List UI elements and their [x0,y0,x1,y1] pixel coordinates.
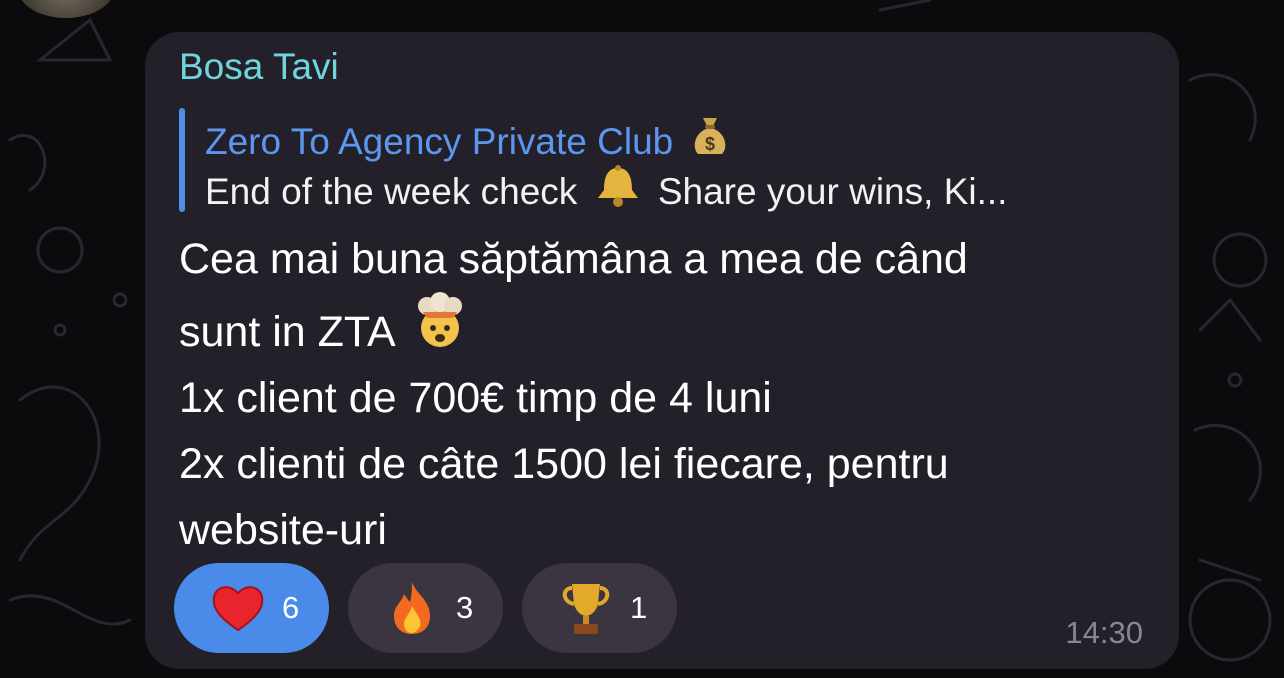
message-line-4: 2x clienti de câte 1500 lei fiecare, pen… [179,440,949,488]
svg-text:$: $ [705,134,715,154]
trophy-icon [562,584,610,634]
reply-text-start: End of the week check [205,171,578,212]
message-line-3: 1x client de 700€ timp de 4 luni [179,374,772,422]
message-line-2: sunt in ZTA [179,308,394,356]
reply-text-end: Share your wins, Ki... [657,171,1008,212]
sender-name[interactable]: Bosa Tavi [179,46,339,88]
reaction-count: 6 [282,590,300,625]
bell-icon [597,165,638,207]
reaction-trophy[interactable]: 1 [522,563,677,653]
exploding-head-icon [418,292,463,347]
reply-title-text: Zero To Agency Private Club [205,121,674,162]
reply-preview[interactable]: Zero To Agency Private Club $ End of the… [179,108,1149,212]
reply-accent-bar [179,108,185,212]
reaction-heart[interactable]: 6 [174,563,329,653]
heart-icon [212,586,264,632]
message-timestamp: 14:30 [1065,615,1143,650]
fire-icon [394,582,430,634]
message-text: Cea mai buna săptămâna a mea de când sun… [179,226,968,563]
money-bag-icon: $ [694,118,725,154]
message-bubble[interactable]: Bosa Tavi Zero To Agency Private Club $ … [145,32,1179,669]
reaction-count: 3 [456,590,474,625]
message-line-2-wrap: sunt in ZTA [179,292,968,365]
reaction-fire[interactable]: 3 [348,563,503,653]
reply-text: End of the week check Share your wins, K… [205,164,1007,213]
message-line-1: Cea mai buna săptămâna a mea de când [179,235,968,283]
message-line-5: website-uri [179,506,387,554]
reply-title: Zero To Agency Private Club $ [205,114,736,163]
reaction-count: 1 [630,590,648,625]
